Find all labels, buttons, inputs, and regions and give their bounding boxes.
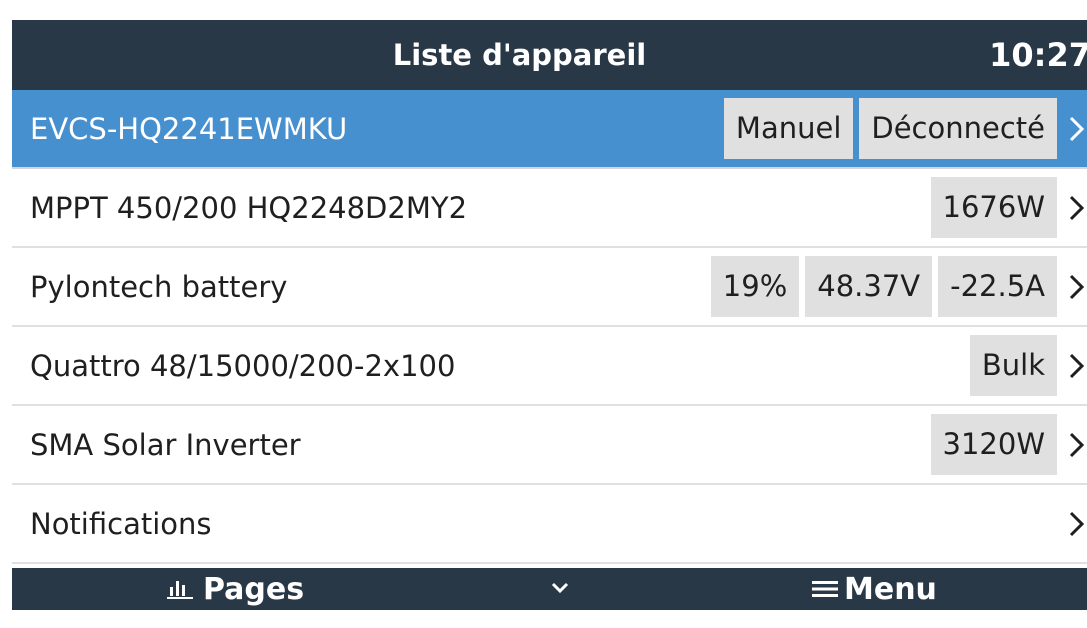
chevron-down-icon[interactable] — [550, 580, 570, 599]
device-row[interactable]: Pylontech battery 19% 48.37V -22.5A — [12, 248, 1087, 327]
footer-bar: Pages Menu — [12, 568, 1087, 610]
value-badge: 1676W — [930, 177, 1057, 238]
pages-label: Pages — [203, 571, 305, 607]
device-row[interactable]: SMA Solar Inverter 3120W — [12, 406, 1087, 485]
device-values: 3120W — [930, 414, 1057, 475]
device-name: Pylontech battery — [30, 269, 288, 304]
device-values: 19% 48.37V -22.5A — [710, 256, 1057, 317]
page-title: Liste d'appareil — [392, 38, 647, 72]
device-list-screen: Liste d'appareil 10:27 EVCS-HQ2241EWMKU M… — [12, 20, 1087, 610]
device-list: EVCS-HQ2241EWMKU Manuel Déconnecté MPPT 450… — [12, 90, 1087, 564]
value-badge: 48.37V — [805, 256, 933, 317]
device-name: MPPT 450/200 HQ2248D2MY2 — [30, 190, 468, 225]
device-name: SMA Solar Inverter — [30, 427, 301, 462]
chevron-right-icon — [1065, 267, 1087, 307]
pages-button[interactable]: Pages — [167, 568, 304, 610]
menu-button[interactable]: Menu — [812, 568, 937, 610]
device-name: Quattro 48/15000/200-2x100 — [30, 348, 456, 383]
chevron-right-icon — [1065, 109, 1087, 149]
chevron-right-icon — [1065, 504, 1087, 544]
device-name: Notifications — [30, 506, 212, 541]
chevron-right-icon — [1065, 346, 1087, 386]
value-badge: Bulk — [969, 335, 1057, 396]
chevron-right-icon — [1065, 188, 1087, 228]
menu-label: Menu — [844, 571, 937, 607]
hamburger-icon — [812, 572, 838, 607]
bar-chart-icon — [167, 572, 193, 607]
device-values: Bulk — [969, 335, 1057, 396]
device-row[interactable]: EVCS-HQ2241EWMKU Manuel Déconnecté — [12, 90, 1087, 169]
device-row[interactable]: Quattro 48/15000/200-2x100 Bulk — [12, 327, 1087, 406]
device-name: EVCS-HQ2241EWMKU — [30, 111, 348, 146]
device-row[interactable]: MPPT 450/200 HQ2248D2MY2 1676W — [12, 169, 1087, 248]
value-badge: 3120W — [930, 414, 1057, 475]
value-badge: -22.5A — [938, 256, 1057, 317]
chevron-right-icon — [1065, 425, 1087, 465]
header-bar: Liste d'appareil 10:27 — [12, 20, 1087, 90]
value-badge: Déconnecté — [859, 98, 1057, 159]
value-badge: Manuel — [723, 98, 854, 159]
device-row[interactable]: Notifications — [12, 485, 1087, 564]
device-values: 1676W — [930, 177, 1057, 238]
value-badge: 19% — [710, 256, 800, 317]
clock: 10:27 — [989, 36, 1087, 74]
device-values: Manuel Déconnecté — [723, 98, 1057, 159]
